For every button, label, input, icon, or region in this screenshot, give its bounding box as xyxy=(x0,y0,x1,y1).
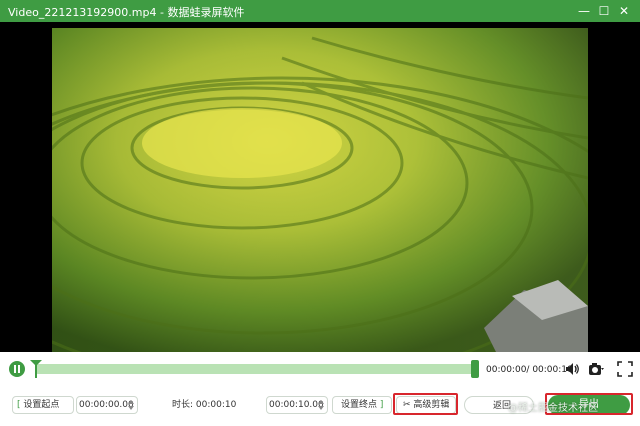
timeline-selection xyxy=(36,364,476,374)
timeline-track[interactable] xyxy=(36,364,476,374)
time-readout: 00:00:00/ 00:00:10 xyxy=(486,365,573,375)
start-handle[interactable] xyxy=(30,360,42,378)
end-time-stepper[interactable] xyxy=(318,398,325,412)
end-handle[interactable] xyxy=(471,360,479,378)
pause-icon xyxy=(14,365,16,373)
duration-label: 时长: 00:00:10 xyxy=(172,400,237,410)
player-controls: 00:00:00/ 00:00:10 [ 设置起点 00:00:00.00 时长… xyxy=(0,352,640,426)
video-preview[interactable] xyxy=(0,22,640,352)
start-time-stepper[interactable] xyxy=(128,398,135,412)
set-start-button[interactable]: [ 设置起点 xyxy=(12,396,74,414)
end-time-value: 00:00:10.00 xyxy=(269,400,324,410)
close-icon[interactable]: ✕ xyxy=(616,3,632,19)
watermark: @稀土掘金技术社区 xyxy=(508,403,598,414)
minimize-icon[interactable]: — xyxy=(576,3,592,19)
fullscreen-icon[interactable] xyxy=(617,361,633,377)
camera-icon[interactable] xyxy=(588,361,604,377)
end-time-field[interactable]: 00:00:10.00 xyxy=(266,396,328,414)
pause-button[interactable] xyxy=(9,361,25,377)
window-title: Video_221213192900.mp4 - 数据蛙录屏软件 xyxy=(8,6,245,19)
set-end-button[interactable]: 设置终点 ] xyxy=(332,396,392,414)
set-start-label: 设置起点 xyxy=(23,400,60,410)
maximize-icon[interactable]: ☐ xyxy=(596,3,612,19)
advanced-edit-highlight xyxy=(393,393,458,415)
title-bar: Video_221213192900.mp4 - 数据蛙录屏软件 — ☐ ✕ xyxy=(0,0,640,22)
start-time-value: 00:00:00.00 xyxy=(79,400,134,410)
volume-icon[interactable] xyxy=(564,361,580,377)
start-time-field[interactable]: 00:00:00.00 xyxy=(76,396,138,414)
set-end-label: 设置终点 xyxy=(341,400,378,410)
trim-toolbar: [ 设置起点 00:00:00.00 时长: 00:00:10 00:00:10… xyxy=(0,393,640,417)
video-frame xyxy=(52,28,588,352)
pause-icon-bar xyxy=(18,365,20,373)
